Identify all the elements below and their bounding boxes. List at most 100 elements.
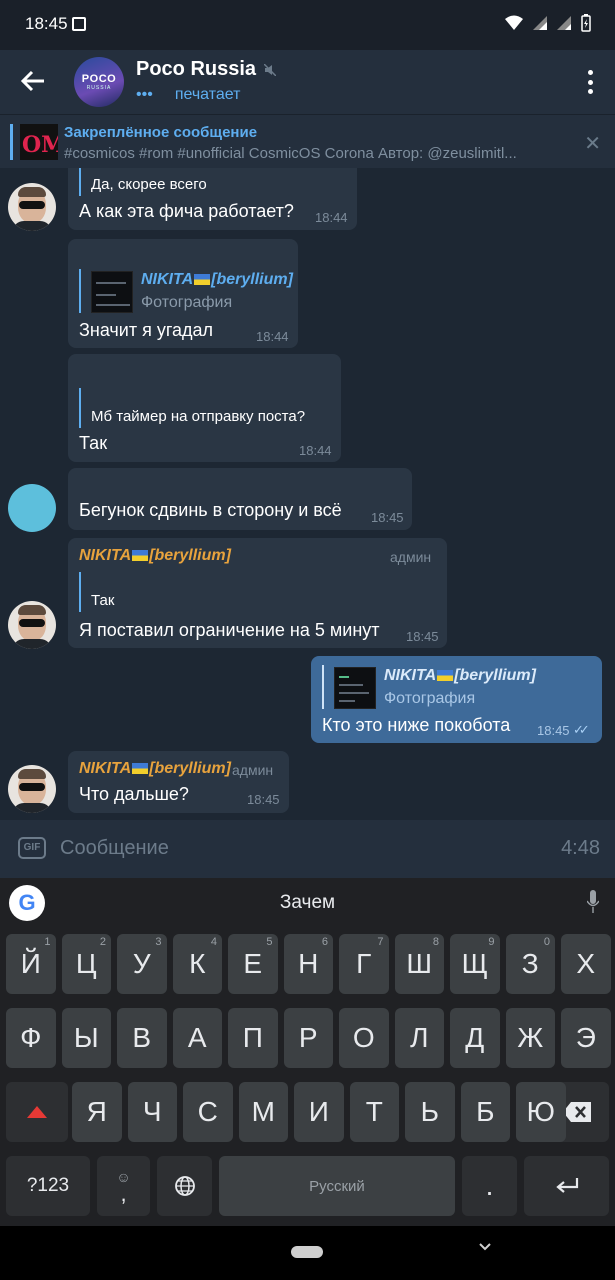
key-6[interactable]: Т [349,1082,399,1142]
sender-avatar[interactable] [8,601,56,649]
key-8[interactable]: Ш8 [394,934,444,994]
home-pill-icon[interactable] [291,1246,323,1258]
key-8[interactable]: Б [460,1082,510,1142]
reply-text: Так [91,592,115,609]
reply-sender: NIKITA [beryllium] [384,667,536,684]
reply-photo-thumbnail [334,667,376,709]
reply-quote[interactable]: NIKITA [beryllium] Фотография [322,665,582,709]
key-3[interactable]: У3 [117,934,167,994]
enter-key[interactable] [524,1156,609,1216]
sender-avatar[interactable] [8,484,56,532]
message-text: Что дальше? [79,784,189,804]
shift-key[interactable] [6,1082,68,1142]
key-4[interactable]: А [172,1008,222,1068]
chevron-down-icon[interactable] [478,1242,492,1252]
pinned-title: Закреплённое сообщение [64,124,258,141]
group-avatar[interactable]: POCO RUSSIA [74,57,124,107]
ukraine-flag-icon [132,550,149,562]
more-menu-icon[interactable] [587,70,593,94]
reply-quote[interactable]: NIKITA [beryllium] Фотография [79,269,293,313]
message-input-bar: GIF 4:48 [0,820,615,878]
sender-avatar[interactable] [8,765,56,813]
message-bubble[interactable]: NIKITA [beryllium] админ Так Я поставил о… [68,538,447,648]
message-bubble[interactable]: Мб таймер на отправку поста? Так 18:44 [68,354,341,462]
backspace-icon [562,1102,591,1122]
close-pinned-icon[interactable]: ✕ [584,131,601,156]
key-9[interactable]: Щ9 [450,934,500,994]
pinned-text: #cosmicos #rom #unofficial CosmicOS Coro… [64,145,517,162]
pinned-message[interactable]: OM Закреплённое сообщение #cosmicos #rom… [0,114,615,168]
reply-quote[interactable]: Да, скорее всего [79,168,207,196]
message-text: Бегунок сдвинь в сторону и всё [79,500,342,520]
status-icons [505,14,591,32]
period-key[interactable]: . [462,1156,517,1216]
key-9[interactable]: Д [450,1008,500,1068]
key-2[interactable]: Ч [127,1082,177,1142]
key-6[interactable]: Р [283,1008,333,1068]
key-4[interactable]: М [238,1082,288,1142]
outgoing-message-bubble[interactable]: NIKITA [beryllium] Фотография Кто это ниж… [311,656,602,743]
key-7[interactable]: Г7 [339,934,389,994]
space-key[interactable]: Русский [219,1156,455,1216]
reply-photo-thumbnail [91,271,133,313]
message-list[interactable]: Да, скорее всего А как эта фича работает… [0,168,615,820]
gif-icon[interactable]: GIF [18,837,46,859]
sender-name[interactable]: NIKITA [beryllium] [79,760,231,778]
status-time: 18:45 [25,14,68,33]
key-6[interactable]: Н6 [283,934,333,994]
sender-name[interactable]: NIKITA [beryllium] [79,547,231,565]
message-time: 18:45 [406,629,439,644]
chat-title-text: Poco Russia [136,58,257,80]
ukraine-flag-icon [132,763,149,775]
suggestion-word[interactable]: Зачем [0,892,615,914]
key-1[interactable]: Я [72,1082,122,1142]
sender-avatar[interactable] [8,183,56,231]
microphone-icon[interactable] [587,890,599,914]
key-1[interactable]: Й1 [6,934,56,994]
message-input[interactable] [60,837,480,860]
ukraine-flag-icon [437,670,454,682]
key-8[interactable]: Л [394,1008,444,1068]
symbols-key[interactable]: ?123 [6,1156,90,1216]
key-5[interactable]: И [294,1082,344,1142]
image-notification-icon [72,17,86,31]
globe-icon [174,1176,195,1196]
key-10[interactable]: Ж [505,1008,555,1068]
message-time: 18:45 [371,510,404,525]
key-3[interactable]: В [117,1008,167,1068]
chat-header: POCO RUSSIA Poco Russia ••• печатает [0,50,615,114]
group-avatar-subtext: RUSSIA [86,85,112,91]
reply-text: Мб таймер на отправку поста? [91,408,306,425]
emoji-comma-key[interactable]: ☺, [97,1156,150,1216]
back-arrow-icon[interactable] [20,68,46,94]
message-text: Кто это ниже покобота [322,715,511,735]
key-5[interactable]: Е5 [228,934,278,994]
reply-text: Фотография [384,690,476,707]
enter-icon [555,1178,578,1193]
key-11[interactable]: Х [561,934,611,994]
pinned-accent-bar [10,124,13,160]
key-2[interactable]: Ц2 [61,934,111,994]
key-10[interactable]: З0 [505,934,555,994]
language-key[interactable] [157,1156,212,1216]
slowmode-timer: 4:48 [561,837,600,859]
key-1[interactable]: Ф [6,1008,56,1068]
key-2[interactable]: Ы [61,1008,111,1068]
message-bubble[interactable]: Да, скорее всего А как эта фича работает… [68,168,357,230]
message-text: Я поставил ограничение на 5 минут [79,620,380,640]
key-9[interactable]: Ю [516,1082,566,1142]
reply-quote[interactable]: Так [79,572,114,612]
key-11[interactable]: Э [561,1008,611,1068]
pinned-thumbnail-logo: OM [22,132,58,158]
key-4[interactable]: К4 [172,934,222,994]
key-7[interactable]: Ь [405,1082,455,1142]
message-bubble[interactable]: NIKITA [beryllium] Фотография Значит я уг… [68,239,298,348]
message-bubble[interactable]: Бегунок сдвинь в сторону и всё 18:45 [68,468,412,530]
reply-quote[interactable]: Мб таймер на отправку поста? [79,388,305,428]
key-7[interactable]: О [339,1008,389,1068]
key-3[interactable]: С [183,1082,233,1142]
chat-title[interactable]: Poco Russia [136,58,277,81]
key-5[interactable]: П [228,1008,278,1068]
message-bubble[interactable]: NIKITA [beryllium] админ Что дальше? 18:4… [68,751,289,813]
message-time: 18:44 [299,443,332,458]
